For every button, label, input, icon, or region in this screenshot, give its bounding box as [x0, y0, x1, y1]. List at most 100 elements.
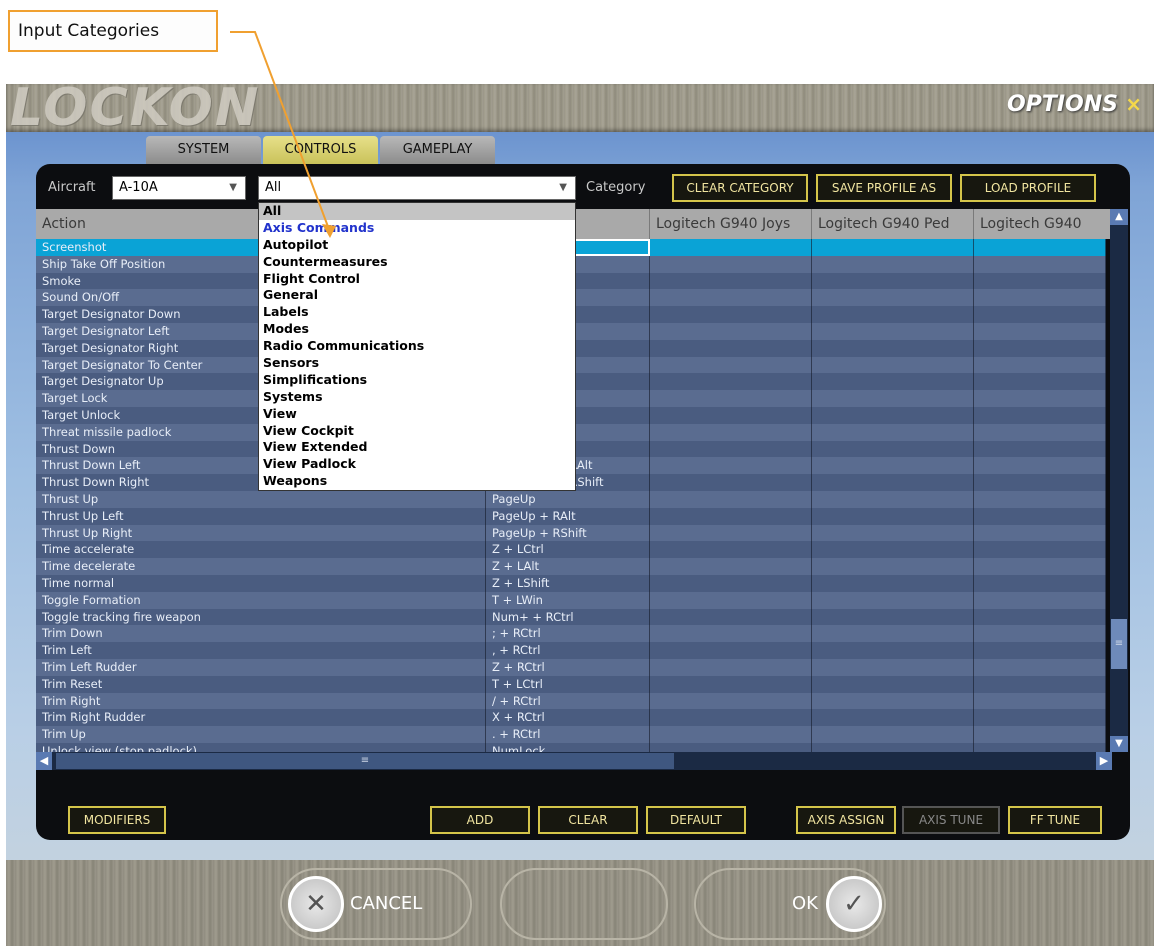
- action-cell[interactable]: Time accelerate: [36, 541, 486, 559]
- device-cell[interactable]: [650, 289, 812, 307]
- keyboard-cell[interactable]: / + RCtrl: [486, 692, 650, 710]
- table-row[interactable]: Trim Down; + RCtrl: [36, 625, 1106, 643]
- device-cell[interactable]: [812, 574, 974, 592]
- table-row[interactable]: Trim Up. + RCtrl: [36, 726, 1106, 743]
- device-cell[interactable]: [974, 457, 1106, 475]
- device-cell[interactable]: [650, 356, 812, 374]
- keyboard-cell[interactable]: PageUp + RAlt: [486, 507, 650, 525]
- action-cell[interactable]: Trim Reset: [36, 675, 486, 693]
- table-row[interactable]: Toggle Formation T + LWin: [36, 591, 1106, 609]
- category-option[interactable]: Modes: [259, 321, 575, 338]
- action-cell[interactable]: Toggle Formation: [36, 591, 486, 609]
- aircraft-select[interactable]: A-10A ▼: [112, 176, 246, 200]
- device-cell[interactable]: [974, 524, 1106, 542]
- action-cell[interactable]: Trim Down: [36, 625, 486, 643]
- device-cell[interactable]: [650, 239, 812, 256]
- device-cell[interactable]: [650, 255, 812, 273]
- table-row[interactable]: Toggle tracking fire weapon Num+ + RCtrl: [36, 608, 1106, 626]
- device-cell[interactable]: [650, 373, 812, 391]
- tab-system[interactable]: SYSTEM: [146, 136, 261, 164]
- device-cell[interactable]: [650, 524, 812, 542]
- category-option[interactable]: View Extended: [259, 439, 575, 456]
- keyboard-cell[interactable]: Z + LAlt: [486, 558, 650, 575]
- table-row[interactable]: Time accelerate Z + LCtrl: [36, 541, 1106, 559]
- device-cell[interactable]: [650, 474, 812, 491]
- tab-gameplay[interactable]: GAMEPLAY: [380, 136, 495, 164]
- device-cell[interactable]: [812, 591, 974, 609]
- device-cell[interactable]: [974, 574, 1106, 592]
- device-cell[interactable]: [974, 591, 1106, 609]
- modifiers-button[interactable]: MODIFIERS: [68, 806, 166, 834]
- clear-button[interactable]: CLEAR: [538, 806, 638, 834]
- column-header-pedals[interactable]: Logitech G940 Ped: [812, 209, 974, 239]
- device-cell[interactable]: [650, 272, 812, 290]
- keyboard-cell[interactable]: T + LCtrl: [486, 675, 650, 693]
- table-row[interactable]: Time decelerate Z + LAlt: [36, 558, 1106, 575]
- save-profile-button[interactable]: SAVE PROFILE AS: [816, 174, 952, 202]
- device-cell[interactable]: [812, 490, 974, 508]
- device-cell[interactable]: [974, 558, 1106, 575]
- keyboard-cell[interactable]: Z + LShift: [486, 574, 650, 592]
- scroll-thumb[interactable]: ≡: [1111, 619, 1127, 669]
- device-cell[interactable]: [812, 625, 974, 643]
- vertical-scrollbar[interactable]: ▲ ≡ ▼: [1110, 209, 1128, 752]
- device-cell[interactable]: [974, 541, 1106, 559]
- category-option[interactable]: View Padlock: [259, 456, 575, 473]
- keyboard-cell[interactable]: Z + LCtrl: [486, 541, 650, 559]
- category-option[interactable]: Radio Communications: [259, 338, 575, 355]
- device-cell[interactable]: [812, 272, 974, 290]
- device-cell[interactable]: [812, 356, 974, 374]
- device-cell[interactable]: [812, 558, 974, 575]
- device-cell[interactable]: [650, 574, 812, 592]
- device-cell[interactable]: [974, 423, 1106, 441]
- device-cell[interactable]: [812, 726, 974, 743]
- close-icon[interactable]: ×: [1125, 92, 1142, 116]
- action-cell[interactable]: Trim Left: [36, 642, 486, 659]
- hscroll-thumb[interactable]: ≡: [56, 753, 674, 769]
- keyboard-cell[interactable]: PageUp: [486, 490, 650, 508]
- category-dropdown-list[interactable]: All Axis Commands Autopilot Countermeasures…: [258, 202, 576, 491]
- device-cell[interactable]: [812, 524, 974, 542]
- scroll-left-icon[interactable]: ◀: [36, 752, 52, 770]
- category-option[interactable]: Sensors: [259, 355, 575, 372]
- table-row[interactable]: Trim Left Rudder Z + RCtrl: [36, 658, 1106, 676]
- action-cell[interactable]: Toggle tracking fire weapon: [36, 608, 486, 626]
- keyboard-cell[interactable]: Z + RCtrl: [486, 658, 650, 676]
- tab-controls[interactable]: CONTROLS: [263, 136, 378, 164]
- device-cell[interactable]: [974, 322, 1106, 340]
- action-cell[interactable]: Thrust Up Right: [36, 524, 486, 542]
- device-cell[interactable]: [812, 642, 974, 659]
- axis-assign-button[interactable]: AXIS ASSIGN: [796, 806, 896, 834]
- device-cell[interactable]: [650, 625, 812, 643]
- category-option[interactable]: Axis Commands: [259, 220, 575, 237]
- keyboard-cell[interactable]: ; + RCtrl: [486, 625, 650, 643]
- category-option[interactable]: Countermeasures: [259, 254, 575, 271]
- device-cell[interactable]: [650, 709, 812, 727]
- cancel-button[interactable]: ✕ CANCEL: [280, 868, 472, 940]
- category-option[interactable]: General: [259, 287, 575, 304]
- scroll-up-icon[interactable]: ▲: [1110, 209, 1128, 225]
- device-cell[interactable]: [812, 709, 974, 727]
- device-cell[interactable]: [650, 306, 812, 323]
- device-cell[interactable]: [974, 642, 1106, 659]
- action-cell[interactable]: Time decelerate: [36, 558, 486, 575]
- device-cell[interactable]: [650, 558, 812, 575]
- category-option[interactable]: Systems: [259, 389, 575, 406]
- category-select[interactable]: All ▼: [258, 176, 576, 200]
- device-cell[interactable]: [974, 474, 1106, 491]
- category-option[interactable]: View: [259, 406, 575, 423]
- device-cell[interactable]: [812, 457, 974, 475]
- add-button[interactable]: ADD: [430, 806, 530, 834]
- device-cell[interactable]: [650, 440, 812, 458]
- device-cell[interactable]: [974, 709, 1106, 727]
- scroll-down-icon[interactable]: ▼: [1110, 736, 1128, 752]
- clear-category-button[interactable]: CLEAR CATEGORY: [672, 174, 808, 202]
- category-option[interactable]: Autopilot: [259, 237, 575, 254]
- device-cell[interactable]: [974, 726, 1106, 743]
- device-cell[interactable]: [650, 423, 812, 441]
- device-cell[interactable]: [650, 406, 812, 424]
- device-cell[interactable]: [974, 406, 1106, 424]
- keyboard-cell[interactable]: T + LWin: [486, 591, 650, 609]
- device-cell[interactable]: [650, 322, 812, 340]
- device-cell[interactable]: [812, 507, 974, 525]
